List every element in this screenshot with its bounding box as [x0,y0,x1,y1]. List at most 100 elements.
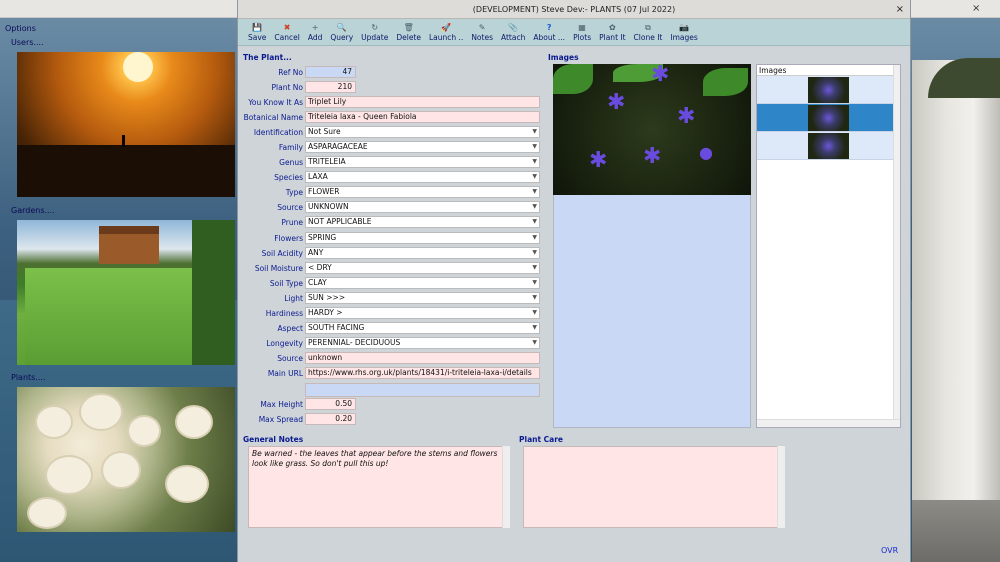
general-notes-textarea[interactable]: Be warned - the leaves that appear befor… [248,446,510,528]
images-horizontal-scrollbar[interactable] [757,419,900,427]
about-button[interactable]: ? About ... [529,19,569,45]
prune-select[interactable]: NOT APPLICABLE ▼ [305,216,540,228]
attach-button[interactable]: 📎 Attach [497,19,529,45]
cancel-label: Cancel [274,33,300,42]
clone-it-button[interactable]: ⧉ Clone It [630,19,667,45]
save-label: Save [248,33,267,42]
list-item[interactable] [757,76,900,104]
images-section-title: Images [548,53,579,62]
chevron-down-icon: ▼ [532,249,537,256]
image-thumbnail [808,105,849,131]
plots-button[interactable]: ▦ Plots [569,19,595,45]
main-url-field[interactable]: https://www.rhs.org.uk/plants/18431/i-tr… [305,367,540,379]
outer-close-icon[interactable]: × [972,3,980,14]
flower-shape: ✱ [589,148,608,173]
max-height-field[interactable]: 0.50 [305,398,356,410]
gardens-label: Gardens.... [11,206,55,215]
genus-select[interactable]: TRITELEIA ▼ [305,156,540,168]
type-value: FLOWER [308,187,340,196]
plant-no-label: Plant No [271,83,303,92]
images-list[interactable]: Images [756,64,901,428]
flower-shape: ✱ [651,64,670,87]
identification-select[interactable]: Not Sure ▼ [305,126,540,138]
botanical-name-field[interactable]: Triteleia laxa - Queen Fabiola [305,111,540,123]
plant-it-label: Plant It [599,33,626,42]
prune-label: Prune [281,218,303,227]
genus-value: TRITELEIA [308,157,346,166]
users-photo[interactable] [17,52,235,197]
plant-photo[interactable]: ✱ ✱ ✱ ✱ ✱ ● [553,64,751,195]
source-select-label: Source [277,203,303,212]
chevron-down-icon: ▼ [532,279,537,286]
source-select-value: UNKNOWN [308,202,349,211]
save-button[interactable]: 💾 Save [244,19,270,45]
plant-it-button[interactable]: ✿ Plant It [595,19,629,45]
gardens-photo[interactable] [17,220,235,365]
soil-type-value: CLAY [308,278,327,287]
blossom-shape [81,395,121,429]
person-silhouette [122,135,125,147]
hardiness-select[interactable]: HARDY > ▼ [305,307,540,319]
ref-no-label: Ref No [278,68,303,77]
cancel-button[interactable]: ✖ Cancel [270,19,303,45]
extra-url-field[interactable] [305,383,540,397]
ref-no-field[interactable]: 47 [305,66,356,78]
info-icon: ? [546,23,552,32]
type-select[interactable]: FLOWER ▼ [305,186,540,198]
flower-shape: ✱ [643,144,662,169]
source-field[interactable]: unknown [305,352,540,364]
save-icon: 💾 [252,23,263,32]
image-thumbnail [808,133,849,159]
images-vertical-scrollbar[interactable] [893,65,900,427]
family-select[interactable]: ASPARAGACEAE ▼ [305,141,540,153]
soil-moisture-select[interactable]: < DRY ▼ [305,262,540,274]
update-button[interactable]: ↻ Update [357,19,392,45]
add-button[interactable]: + Add [304,19,327,45]
chevron-down-icon: ▼ [532,294,537,301]
query-button[interactable]: 🔍 Query [326,19,357,45]
launch-button[interactable]: 🚀 Launch .. [425,19,467,45]
list-item[interactable] [757,132,900,160]
notes-scrollbar[interactable] [502,446,510,528]
notes-button[interactable]: ✎ Notes [467,19,497,45]
species-select[interactable]: LAXA ▼ [305,171,540,183]
plant-section-title: The Plant... [243,53,292,62]
window-close-icon[interactable]: × [896,0,904,19]
plants-photo[interactable] [17,387,235,532]
plant-care-textarea[interactable] [523,446,785,528]
plots-label: Plots [573,33,592,42]
flowers-select[interactable]: SPRING ▼ [305,232,540,244]
species-value: LAXA [308,172,328,181]
source-select[interactable]: UNKNOWN ▼ [305,201,540,213]
longevity-select[interactable]: PERENNIAL- DECIDUOUS ▼ [305,337,540,349]
soil-type-label: Soil Type [269,279,303,288]
update-icon: ↻ [371,23,379,32]
soil-moisture-value: < DRY [308,263,332,272]
hedge-shape [192,220,235,365]
family-value: ASPARAGACEAE [308,142,368,151]
plant-no-field[interactable]: 210 [305,81,356,93]
window-title: (DEVELOPMENT) Steve Dev:- PLANTS (07 Jul… [472,5,676,14]
blossom-shape [29,499,65,527]
aspect-select[interactable]: SOUTH FACING ▼ [305,322,540,334]
images-list-header: Images [757,65,900,76]
soil-type-select[interactable]: CLAY ▼ [305,277,540,289]
soil-acidity-select[interactable]: ANY ▼ [305,247,540,259]
known-as-field[interactable]: Triplet Lily [305,96,540,108]
status-mode: OVR [881,546,899,555]
ground-shape [17,145,235,197]
list-item[interactable] [757,104,900,132]
chevron-down-icon: ▼ [532,203,537,210]
plant-care-scrollbar[interactable] [777,446,785,528]
type-label: Type [285,188,303,197]
genus-label: Genus [279,158,303,167]
light-select[interactable]: SUN >>> ▼ [305,292,540,304]
images-button[interactable]: 📷 Images [666,19,701,45]
chevron-down-icon: ▼ [532,309,537,316]
hardiness-label: Hardiness [265,309,303,318]
paperclip-icon: 📎 [508,23,519,32]
chevron-down-icon: ▼ [532,158,537,165]
rocket-icon: 🚀 [441,23,452,32]
max-spread-field[interactable]: 0.20 [305,413,356,425]
delete-button[interactable]: 🗑 Delete [392,19,425,45]
